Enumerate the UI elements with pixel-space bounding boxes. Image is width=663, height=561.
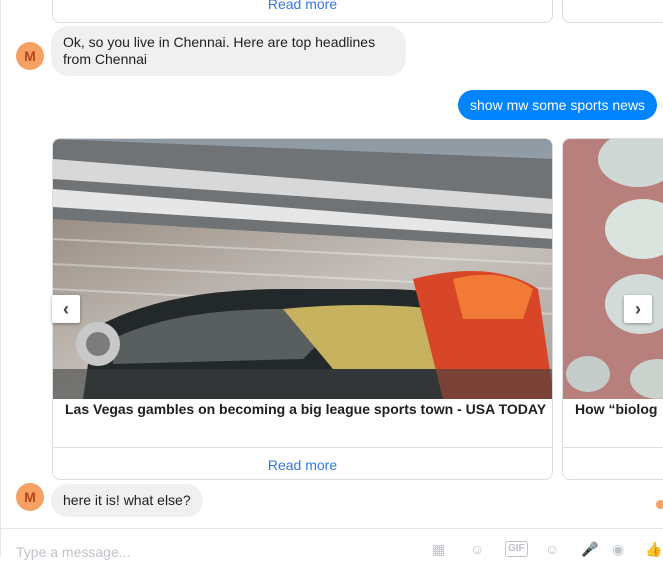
bot-message: Ok, so you live in Chennai. Here are top…	[51, 26, 406, 76]
message-composer: ▦ ☺ GIF ☺ 🎤 ◉ 👍	[0, 528, 663, 561]
bot-avatar-2: M	[16, 483, 44, 511]
news-image-2	[563, 139, 663, 399]
message-input[interactable]	[14, 543, 318, 561]
news-card[interactable]: Las Vegas gambles on becoming a big leag…	[52, 138, 553, 480]
read-more-link[interactable]: Read more	[53, 0, 552, 12]
read-more-button[interactable]: Read more	[53, 457, 552, 473]
read-receipt-avatar	[656, 500, 663, 509]
card-divider	[53, 447, 552, 448]
bot-message-2: here it is! what else?	[51, 484, 203, 517]
image-icon[interactable]: ▦	[432, 541, 445, 558]
left-divider	[0, 0, 1, 557]
previous-card-2	[562, 0, 663, 23]
thumbs-up-icon[interactable]: 👍	[645, 541, 662, 558]
chevron-left-icon[interactable]: ‹	[52, 295, 80, 323]
emoji-icon[interactable]: ☺	[545, 541, 559, 557]
card-divider-2	[563, 447, 663, 448]
previous-card: Read more	[52, 0, 553, 23]
gif-icon[interactable]: GIF	[505, 541, 528, 557]
chevron-right-icon[interactable]: ›	[624, 295, 652, 323]
camera-icon[interactable]: ◉	[612, 541, 624, 558]
sticker-icon[interactable]: ☺	[470, 541, 484, 557]
news-title[interactable]: Las Vegas gambles on becoming a big leag…	[65, 401, 546, 417]
bot-avatar: M	[16, 42, 44, 70]
user-message: show mw some sports news	[458, 90, 658, 120]
news-image	[53, 139, 552, 399]
microphone-icon[interactable]: 🎤	[581, 541, 598, 558]
news-title-2[interactable]: How “biolog	[575, 401, 657, 417]
